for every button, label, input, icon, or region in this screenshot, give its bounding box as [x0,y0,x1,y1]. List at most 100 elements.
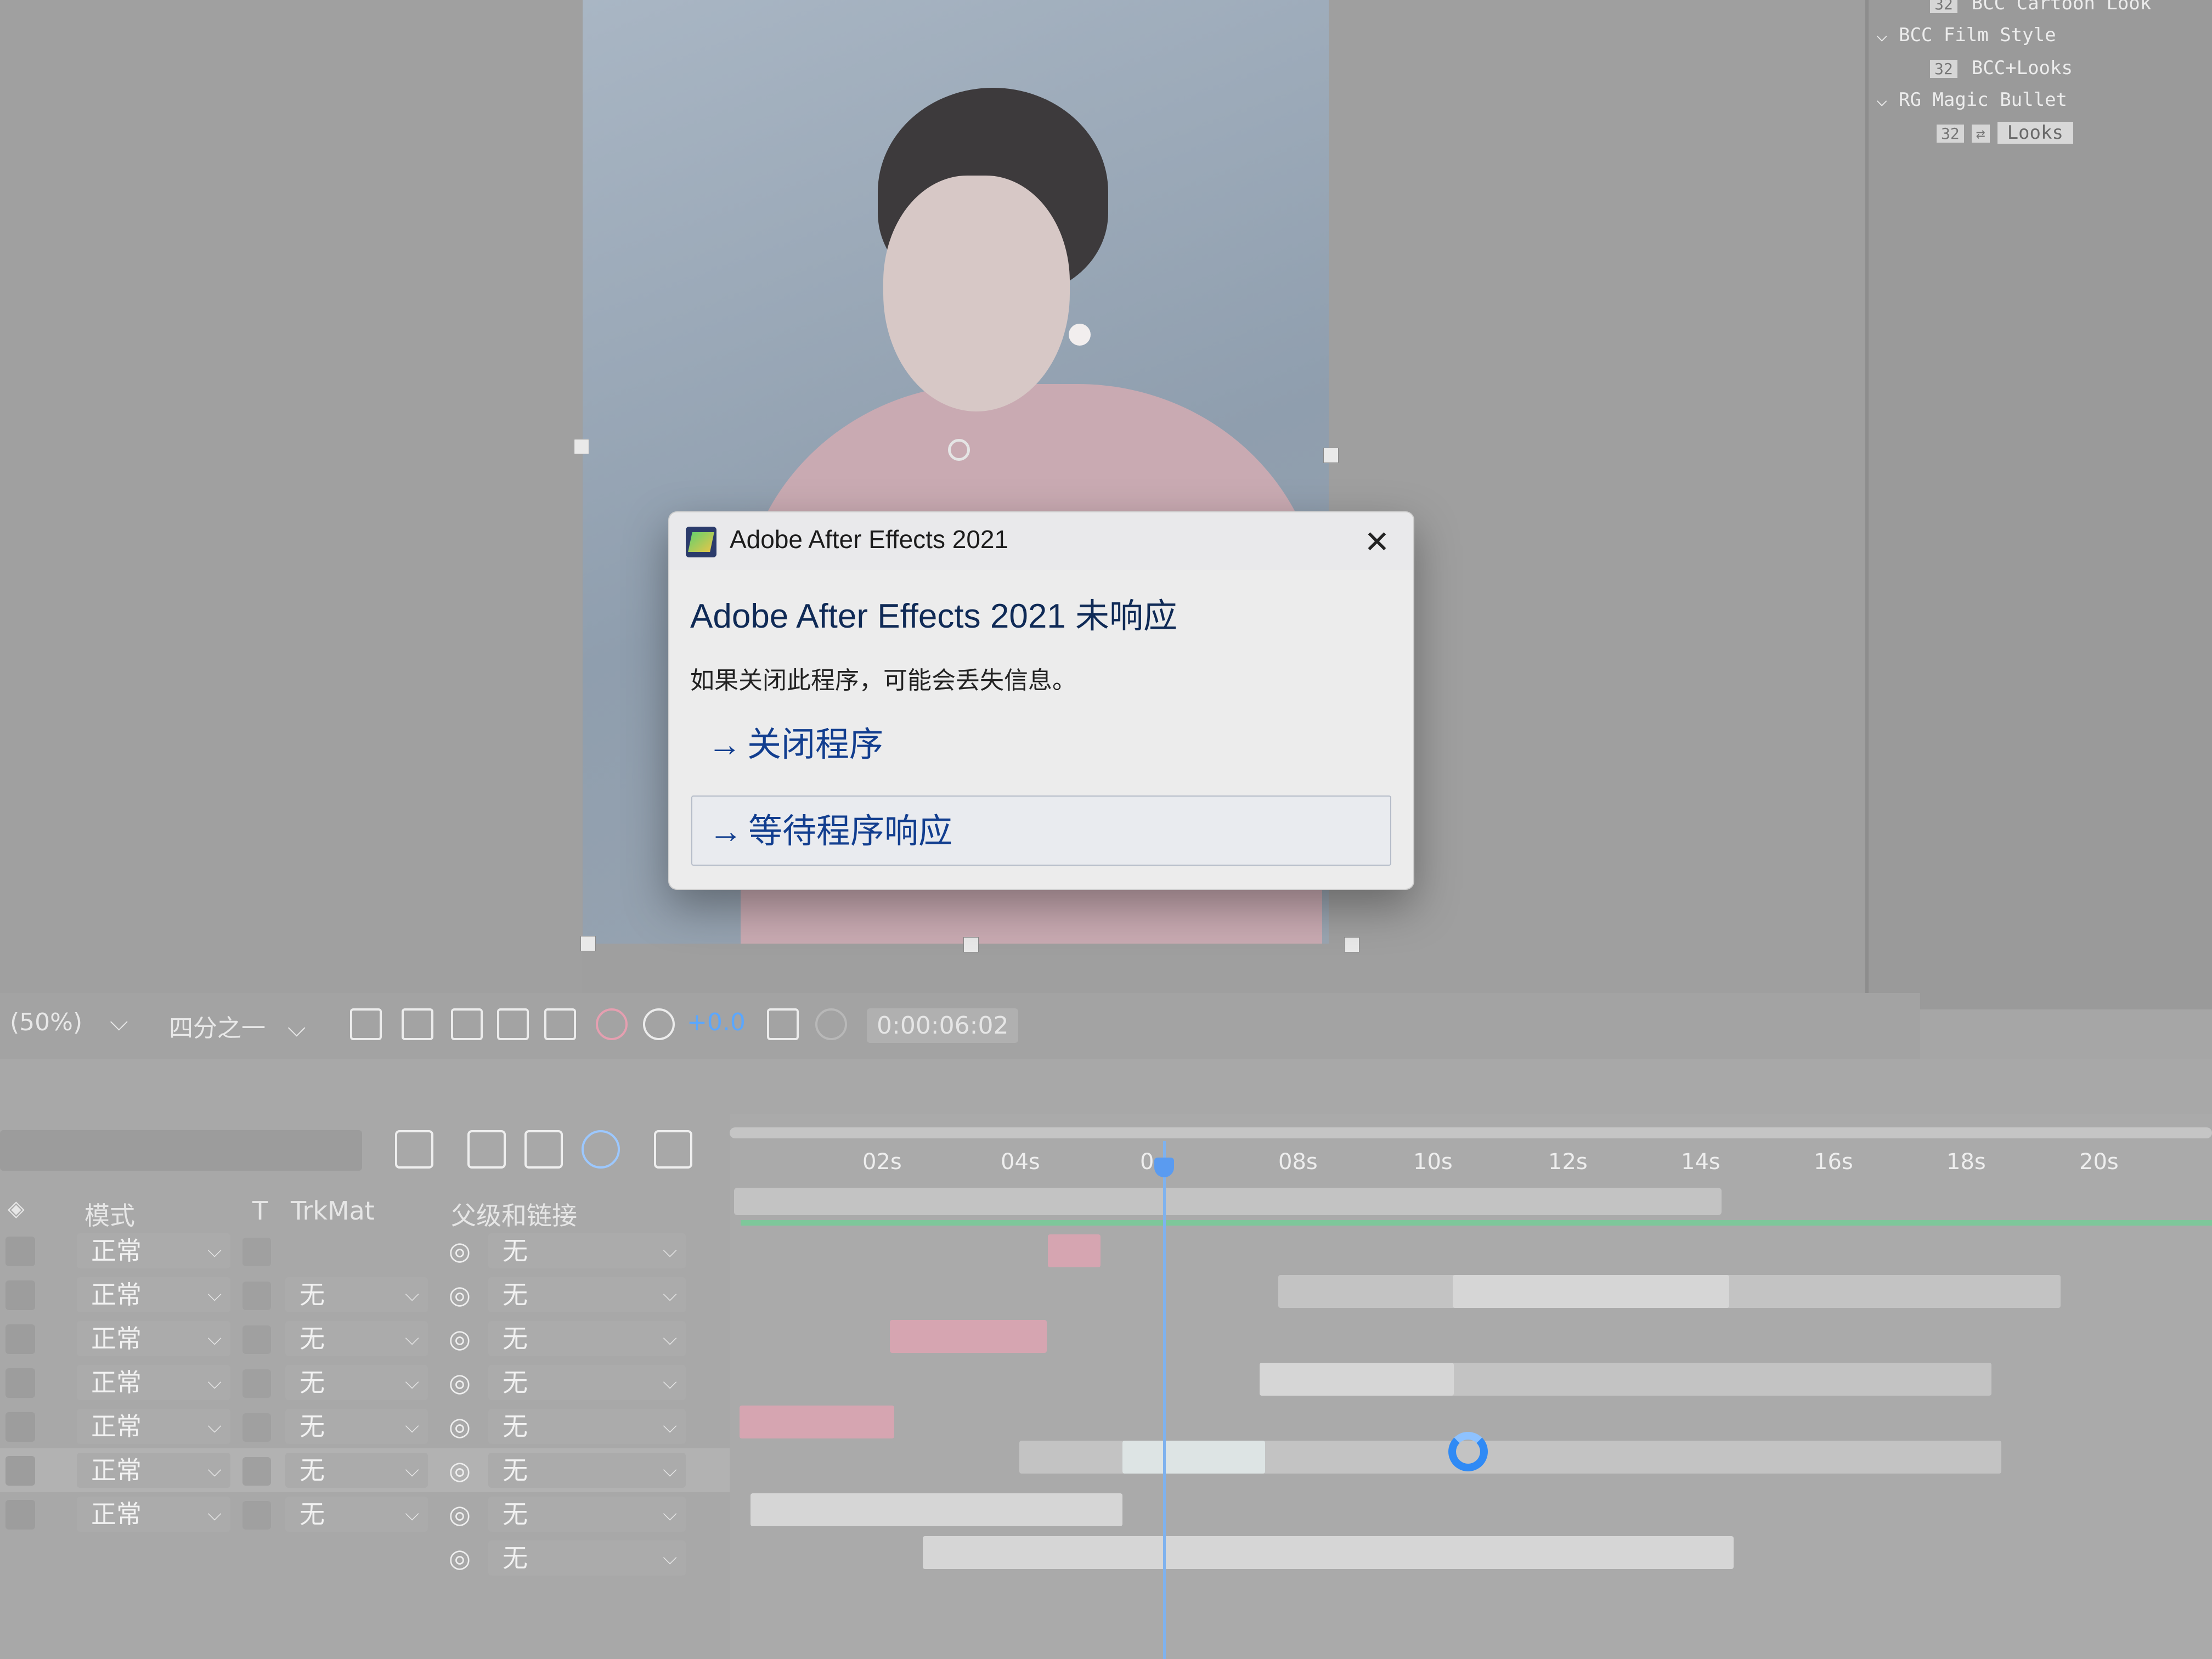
transform-handle-bottom-left[interactable] [580,936,596,951]
preserve-transparency-checkbox[interactable] [242,1413,271,1442]
column-header-mode[interactable]: 模式 [84,1196,135,1232]
layer-row[interactable]: 正常 ⌵ 无 ⌵ ◎ 无 ⌵ [0,1492,730,1536]
mode-dropdown[interactable]: 正常 ⌵ [77,1409,230,1444]
parent-dropdown[interactable]: 无 ⌵ [488,1365,686,1400]
layer-row[interactable]: ◎ 无 ⌵ [0,1536,730,1580]
transform-handle-right[interactable] [1323,448,1339,463]
column-header-trkmat[interactable]: TrkMat [291,1196,375,1226]
close-icon[interactable]: ✕ [1357,522,1397,562]
layer-switch[interactable] [5,1237,35,1266]
trkmat-dropdown[interactable]: 无 ⌵ [285,1321,428,1356]
layer-bar-segment[interactable] [1260,1363,1454,1396]
pick-whip-icon[interactable]: ◎ [445,1280,474,1309]
work-area-bar[interactable] [734,1188,1722,1215]
trkmat-dropdown[interactable]: 无 ⌵ [285,1453,428,1488]
pick-whip-icon[interactable]: ◎ [445,1456,474,1485]
preserve-transparency-checkbox[interactable] [242,1369,271,1398]
layer-row[interactable]: 正常 ⌵ ◎ 无 ⌵ [0,1229,730,1273]
preserve-transparency-checkbox[interactable] [242,1325,271,1354]
layer-row[interactable]: 正常 ⌵ 无 ⌵ ◎ 无 ⌵ [0,1273,730,1317]
transform-handle-left[interactable] [574,439,589,454]
layer-bar[interactable] [1048,1234,1101,1267]
preserve-transparency-checkbox[interactable] [242,1457,271,1486]
effect-folder-bcc-film-style[interactable]: ⌵ BCC Film Style [1876,24,2056,46]
layer-switch[interactable] [5,1500,35,1530]
layer-switch[interactable] [5,1412,35,1442]
region-of-interest-icon[interactable] [451,1008,483,1040]
layer-bar-segment[interactable] [1122,1441,1265,1474]
parent-dropdown[interactable]: 无 ⌵ [488,1233,686,1268]
motion-blur-icon[interactable] [582,1130,620,1169]
mode-dropdown[interactable]: 正常 ⌵ [77,1321,230,1356]
transparency-grid-icon[interactable] [402,1008,433,1040]
transform-handle-bottom[interactable] [963,937,979,952]
graph-editor-icon[interactable] [654,1130,692,1169]
column-header-parent[interactable]: 父级和链接 [451,1196,577,1232]
layer-bar[interactable] [740,1406,894,1438]
layer-row[interactable]: 正常 ⌵ 无 ⌵ ◎ 无 ⌵ [0,1317,730,1361]
camera-snapshot-icon[interactable] [767,1008,799,1040]
layer-switch[interactable] [5,1368,35,1398]
layer-bar-segment[interactable] [1453,1275,1729,1308]
column-header-t[interactable]: T [252,1196,268,1226]
current-time-display[interactable]: 0:00:06:02 [867,1008,1019,1043]
exposure-value[interactable]: +0.0 [687,1008,746,1036]
pick-whip-icon[interactable]: ◎ [445,1500,474,1528]
parent-dropdown[interactable]: 无 ⌵ [488,1409,686,1444]
resolution-dropdown[interactable]: 四分之一 ⌵ [169,1008,306,1043]
layer-row[interactable]: 正常 ⌵ 无 ⌵ ◎ 无 ⌵ [0,1361,730,1404]
effect-item-looks[interactable]: 32 ⇄ Looks [1937,122,2073,144]
trkmat-dropdown[interactable]: 无 ⌵ [285,1365,428,1400]
pick-whip-icon[interactable]: ◎ [445,1412,474,1441]
effect-folder-rg-magic-bullet[interactable]: ⌵ RG Magic Bullet [1876,89,2067,111]
mode-dropdown[interactable]: 正常 ⌵ [77,1497,230,1532]
layer-switch[interactable] [5,1324,35,1354]
composition-flowchart-icon[interactable] [395,1130,433,1169]
time-navigator-bar[interactable] [730,1127,2212,1138]
mode-dropdown[interactable]: 正常 ⌵ [77,1453,230,1488]
parent-dropdown[interactable]: 无 ⌵ [488,1541,686,1576]
dialog-titlebar[interactable]: Adobe After Effects 2021 ✕ [669,512,1413,570]
pick-whip-icon[interactable]: ◎ [445,1544,474,1572]
preserve-transparency-checkbox[interactable] [242,1501,271,1530]
preserve-transparency-checkbox[interactable] [242,1238,271,1266]
layer-row[interactable]: 正常 ⌵ 无 ⌵ ◎ 无 ⌵ [0,1404,730,1448]
transform-handle-bottom-right[interactable] [1344,937,1359,952]
trkmat-dropdown[interactable]: 无 ⌵ [285,1409,428,1444]
parent-dropdown[interactable]: 无 ⌵ [488,1277,686,1312]
fast-previews-icon[interactable] [350,1008,382,1040]
close-program-button[interactable]: → 关闭程序 [691,710,1391,780]
magnification-dropdown[interactable]: (50%) ⌵ [10,1008,128,1036]
playhead-line[interactable] [1163,1141,1166,1659]
chevron-down-icon[interactable]: ⌵ [1876,24,1887,46]
mode-dropdown[interactable]: 正常 ⌵ [77,1277,230,1312]
playhead-handle[interactable] [1154,1158,1174,1177]
parent-dropdown[interactable]: 无 ⌵ [488,1497,686,1532]
mode-dropdown[interactable]: 正常 ⌵ [77,1233,230,1268]
effect-item-bcc-looks[interactable]: 32 BCC+Looks [1930,57,2073,79]
layer-bar[interactable] [890,1320,1047,1353]
reset-exposure-icon[interactable] [643,1008,675,1040]
frame-blending-icon[interactable] [524,1130,563,1169]
trkmat-dropdown[interactable]: 无 ⌵ [285,1277,428,1312]
effect-item-bcc-cartoon-look[interactable]: 32 BCC Cartoon Look [1930,0,2151,14]
wait-for-program-button[interactable]: → 等待程序响应 [691,795,1391,866]
layer-switch[interactable] [5,1280,35,1310]
show-snapshot-icon[interactable] [815,1008,847,1040]
pick-whip-icon[interactable]: ◎ [445,1324,474,1353]
guides-grid-icon[interactable] [544,1008,576,1040]
trkmat-dropdown[interactable]: 无 ⌵ [285,1497,428,1532]
timeline-search-input[interactable] [0,1130,362,1171]
draft-3d-icon[interactable] [467,1130,506,1169]
layer-bar[interactable] [923,1536,1734,1569]
chevron-down-icon[interactable]: ⌵ [1876,89,1887,111]
layer-bar[interactable] [751,1493,1122,1526]
anchor-point-icon[interactable] [948,439,970,461]
preserve-transparency-checkbox[interactable] [242,1282,271,1310]
layer-row-selected[interactable]: 正常 ⌵ 无 ⌵ ◎ 无 ⌵ [0,1448,730,1492]
parent-dropdown[interactable]: 无 ⌵ [488,1321,686,1356]
mode-dropdown[interactable]: 正常 ⌵ [77,1365,230,1400]
parent-dropdown[interactable]: 无 ⌵ [488,1453,686,1488]
pick-whip-icon[interactable]: ◎ [445,1368,474,1397]
pick-whip-icon[interactable]: ◎ [445,1237,474,1265]
